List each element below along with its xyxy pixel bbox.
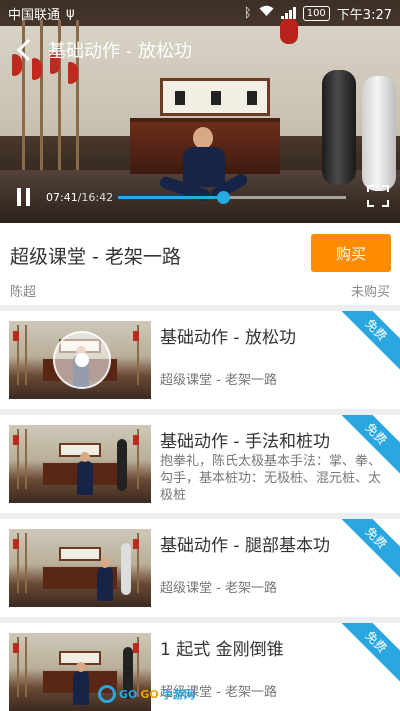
status-bar: 中国联通 ψ ᛒ 100 下午3:27 xyxy=(0,0,400,26)
lesson-title: 基础动作 - 手法和桩功 xyxy=(160,432,330,452)
fullscreen-icon xyxy=(367,185,389,207)
lesson-item[interactable]: 1 起式 金刚倒锥 超级课堂 - 老架一路 免费 xyxy=(0,623,400,711)
course-info: 超级课堂 - 老架一路 购买 陈超 未购买 xyxy=(0,223,400,305)
back-button[interactable] xyxy=(0,30,48,70)
lesson-title: 基础动作 - 腿部基本功 xyxy=(160,536,330,556)
lesson-list: 基础动作 - 放松功 超级课堂 - 老架一路 免费 基础动作 - 手法和桩功 抱… xyxy=(0,305,400,711)
lesson-description: 抱拳礼，陈氏太极基本手法：掌、拳、勾手，基本桩功：无极桩、混元桩、太极桩 xyxy=(160,454,382,503)
site-watermark: GO GO 手游网 xyxy=(98,685,195,703)
lesson-thumbnail xyxy=(9,425,151,503)
lesson-title: 基础动作 - 放松功 xyxy=(160,328,296,348)
lesson-item[interactable]: 基础动作 - 放松功 超级课堂 - 老架一路 免费 xyxy=(0,311,400,409)
free-badge: 免费 xyxy=(334,623,400,684)
current-time: 07:41 xyxy=(46,190,78,204)
player-controls: 07:41/16:42 xyxy=(0,178,400,216)
video-frame-punching-bag xyxy=(322,70,356,185)
course-title: 超级课堂 - 老架一路 xyxy=(10,246,181,268)
chevron-left-icon xyxy=(16,38,31,62)
buy-button[interactable]: 购买 xyxy=(311,234,391,272)
fullscreen-button[interactable] xyxy=(366,184,390,208)
seek-bar[interactable] xyxy=(118,190,346,204)
player-top-bar: 基础动作 - 放松功 xyxy=(0,30,400,70)
battery-icon: 100 xyxy=(302,5,330,21)
duration: /16:42 xyxy=(77,190,114,204)
video-title: 基础动作 - 放松功 xyxy=(48,41,192,62)
seek-bar-handle[interactable] xyxy=(216,190,230,204)
free-badge: 免费 xyxy=(334,519,400,580)
signal-icon xyxy=(280,7,296,19)
teacher-name: 陈超 xyxy=(10,285,37,300)
purchase-status: 未购买 xyxy=(350,285,390,300)
bluetooth-icon: ᛒ xyxy=(243,5,252,21)
video-frame-calligraphy xyxy=(160,78,270,116)
video-player[interactable]: 中国联通 ψ ᛒ 100 下午3:27 基础动作 - 放松功 07:41/16:… xyxy=(0,0,400,223)
seek-bar-progress xyxy=(118,195,223,199)
pause-button[interactable] xyxy=(0,178,46,216)
gogo-logo-icon xyxy=(98,685,116,703)
clock: 下午3:27 xyxy=(336,7,392,23)
lesson-subtitle: 超级课堂 - 老架一路 xyxy=(160,373,277,388)
lesson-item[interactable]: 基础动作 - 腿部基本功 超级课堂 - 老架一路 免费 xyxy=(0,519,400,617)
lesson-thumbnail xyxy=(9,529,151,607)
lesson-thumbnail xyxy=(9,321,151,399)
now-playing-disc-icon xyxy=(53,331,111,389)
free-badge: 免费 xyxy=(334,311,400,372)
playback-time: 07:41/16:42 xyxy=(46,191,116,204)
lesson-subtitle: 超级课堂 - 老架一路 xyxy=(160,581,277,596)
lesson-item[interactable]: 基础动作 - 手法和桩功 抱拳礼，陈氏太极基本手法：掌、拳、勾手，基本桩功：无极… xyxy=(0,415,400,513)
usb-icon: ψ xyxy=(66,5,75,21)
lesson-title: 1 起式 金刚倒锥 xyxy=(160,640,284,660)
wifi-icon xyxy=(259,5,274,21)
pause-icon xyxy=(16,188,21,206)
carrier-name: 中国联通 xyxy=(8,7,61,23)
